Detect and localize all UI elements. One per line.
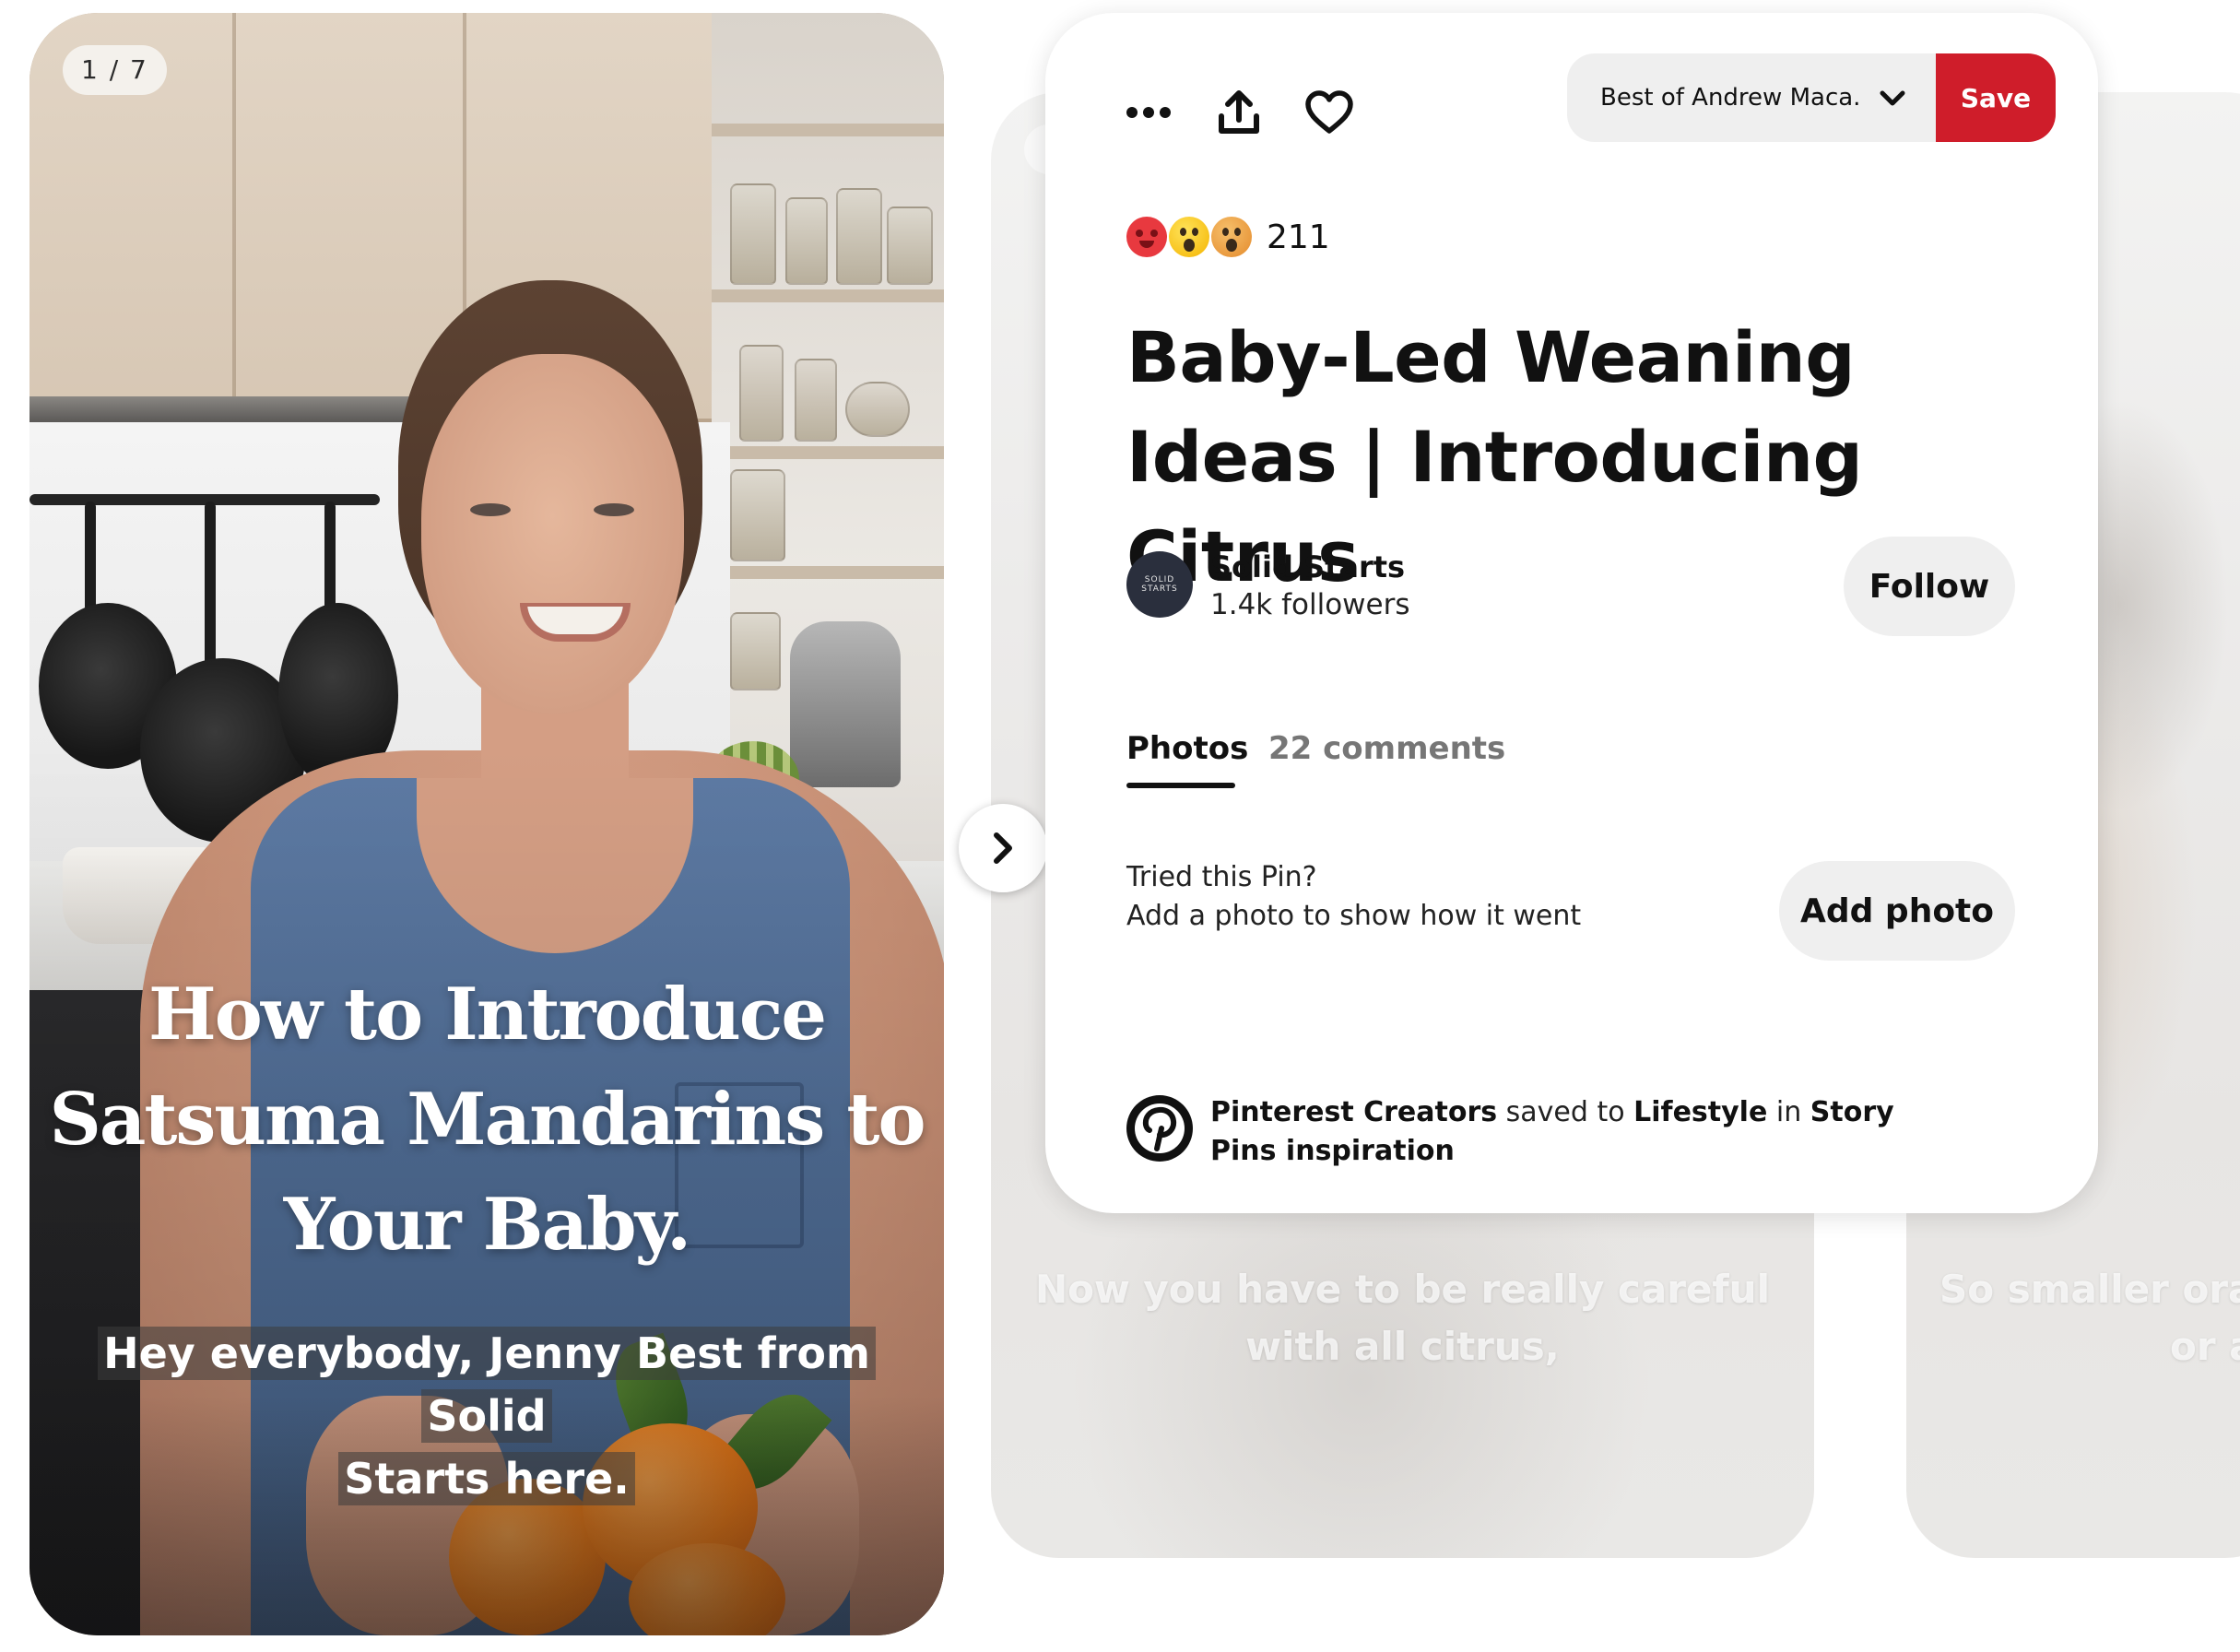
caption-line: or a bbox=[2170, 1324, 2240, 1369]
story-caption-overlay: Hey everybody, Jenny Best from Solid Sta… bbox=[57, 1322, 916, 1510]
title-line: Your Baby. bbox=[283, 1183, 691, 1267]
more-options-button[interactable] bbox=[1115, 79, 1182, 146]
saved-board-link[interactable]: Lifestyle bbox=[1633, 1096, 1767, 1128]
creator-avatar-text: SOLID STARTS bbox=[1141, 575, 1178, 594]
tab-photos[interactable]: Photos bbox=[1126, 730, 1248, 767]
caption-line: So smaller oran bbox=[1939, 1267, 2240, 1312]
pin-closeup-view: Now you have to be really careful with a… bbox=[0, 0, 2240, 1652]
story-page-preview-caption: Now you have to be really careful with a… bbox=[1035, 1267, 1770, 1369]
follow-button[interactable]: Follow bbox=[1844, 537, 2015, 636]
title-line: How to Introduce bbox=[148, 973, 827, 1056]
caption-line: Hey everybody, Jenny Best from Solid bbox=[98, 1327, 876, 1443]
board-select-label: Best of Andrew Maca... bbox=[1600, 84, 1858, 112]
pinterest-logo-icon bbox=[1128, 1097, 1191, 1160]
creator-avatar[interactable]: SOLID STARTS bbox=[1126, 551, 1193, 618]
save-button[interactable]: Save bbox=[1936, 53, 2056, 142]
caption-line: Starts here. bbox=[338, 1452, 635, 1505]
pinterest-creators-avatar[interactable] bbox=[1126, 1095, 1193, 1162]
chevron-right-icon bbox=[994, 832, 1012, 864]
heart-eyes-reaction-icon bbox=[1126, 217, 1167, 257]
title-line: Satsuma Mandarins to bbox=[49, 1078, 926, 1162]
active-tab-indicator bbox=[1126, 783, 1235, 788]
reactions-summary[interactable]: 211 bbox=[1126, 214, 1330, 260]
saved-attribution: Pinterest Creators saved to Lifestyle in… bbox=[1210, 1093, 1911, 1171]
chevron-down-icon bbox=[1880, 90, 1905, 106]
more-options-icon bbox=[1126, 107, 1171, 118]
story-title-overlay: How to Introduce Satsuma Mandarins to Yo… bbox=[48, 962, 926, 1278]
saved-in-text: in bbox=[1775, 1096, 1802, 1128]
share-button[interactable] bbox=[1206, 79, 1272, 146]
story-page-preview-caption: So smaller oran or a bbox=[1939, 1261, 2240, 1375]
story-pin-media[interactable]: 1 / 7 How to Introduce Satsuma Mandarins… bbox=[29, 13, 944, 1635]
saved-to-text: saved to bbox=[1505, 1096, 1625, 1128]
creator-name[interactable]: Solid Starts bbox=[1210, 549, 1405, 584]
heart-icon bbox=[1305, 90, 1353, 134]
page-indicator: 1 / 7 bbox=[63, 45, 167, 95]
surprised-reaction-icon bbox=[1211, 217, 1252, 257]
reaction-count: 211 bbox=[1267, 218, 1330, 256]
tried-pin-prompt: Add a photo to show how it went bbox=[1126, 900, 1582, 932]
next-page-button[interactable] bbox=[959, 804, 1047, 892]
tab-comments[interactable]: 22 comments bbox=[1268, 730, 1505, 767]
like-button[interactable] bbox=[1296, 79, 1362, 146]
saved-by-user-link[interactable]: Pinterest Creators bbox=[1210, 1096, 1497, 1128]
pin-details-panel: Best of Andrew Maca... Save 211 Baby-Led… bbox=[1045, 13, 2098, 1213]
board-select-dropdown[interactable]: Best of Andrew Maca... bbox=[1567, 53, 1936, 142]
add-photo-button[interactable]: Add photo bbox=[1779, 861, 2015, 961]
wow-reaction-icon bbox=[1169, 217, 1209, 257]
creator-follower-count: 1.4k followers bbox=[1210, 588, 1410, 621]
share-icon bbox=[1219, 90, 1259, 134]
tried-pin-question: Tried this Pin? bbox=[1126, 861, 1317, 893]
